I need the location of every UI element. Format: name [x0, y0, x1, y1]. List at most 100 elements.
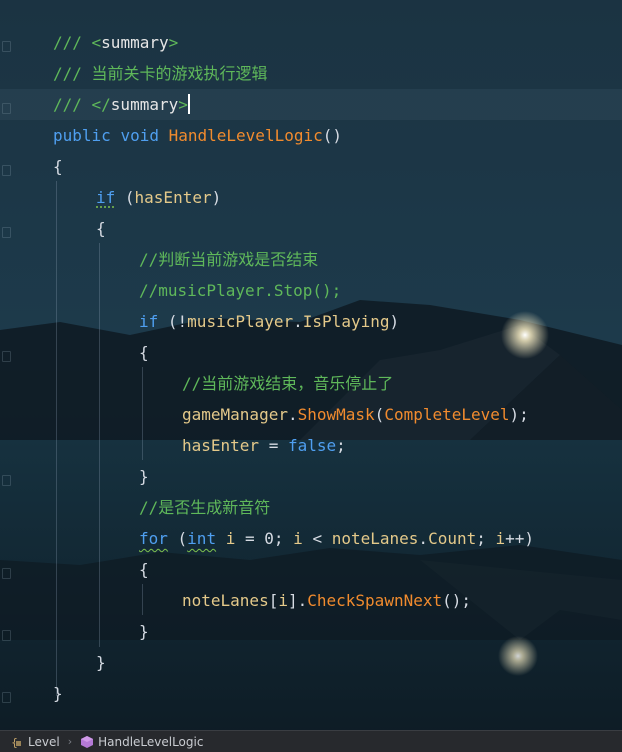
breadcrumb-separator: ›: [68, 735, 72, 748]
code-token: .: [288, 405, 298, 424]
code-token: ;: [274, 529, 293, 548]
code-token: public: [53, 126, 111, 145]
code-token: i: [226, 529, 236, 548]
breadcrumb-file-label: Level: [28, 735, 60, 749]
code-token: </summary>: [92, 95, 188, 114]
code-token: }: [96, 653, 106, 672]
code-line[interactable]: if (!musicPlayer.IsPlaying): [0, 306, 622, 337]
code-line[interactable]: /// 当前关卡的游戏执行逻辑: [0, 58, 622, 89]
code-token: i: [496, 529, 506, 548]
code-line-text: {: [139, 337, 149, 368]
code-line-text: }: [139, 461, 149, 492]
csharp-file-icon: {: [10, 735, 24, 749]
code-line-text: {: [53, 151, 63, 182]
code-token: ;: [476, 529, 495, 548]
code-line[interactable]: {: [0, 337, 622, 368]
code-token: );: [510, 405, 529, 424]
code-token: {: [139, 343, 149, 362]
code-line-text: }: [53, 678, 63, 709]
code-token: CheckSpawnNext: [307, 591, 442, 610]
code-line-text: {: [96, 213, 106, 244]
code-line[interactable]: noteLanes[i].CheckSpawnNext();: [0, 585, 622, 616]
code-line-text: /// </summary>: [53, 89, 190, 120]
code-token: 0: [264, 529, 274, 548]
code-token: HandleLevelLogic: [169, 126, 323, 145]
code-line[interactable]: }: [0, 616, 622, 647]
code-line[interactable]: if (hasEnter): [0, 182, 622, 213]
code-token: /// 当前关卡的游戏执行逻辑: [53, 64, 268, 83]
code-line-text: gameManager.ShowMask(CompleteLevel);: [182, 399, 529, 430]
code-token: ///: [53, 33, 92, 52]
code-token: (: [115, 188, 134, 207]
code-token: [: [269, 591, 279, 610]
code-token: [159, 126, 169, 145]
code-line-text: public void HandleLevelLogic(): [53, 120, 342, 151]
code-token: (: [375, 405, 385, 424]
code-token: hasEnter: [182, 436, 259, 455]
code-line[interactable]: {: [0, 213, 622, 244]
code-line[interactable]: }: [0, 678, 622, 709]
code-token: ///: [53, 95, 92, 114]
method-cube-icon: [80, 735, 94, 749]
code-token: }: [53, 684, 63, 703]
code-token: Count: [428, 529, 476, 548]
code-token: //判断当前游戏是否结束: [139, 250, 318, 269]
code-token: ].: [288, 591, 307, 610]
code-line-text: //判断当前游戏是否结束: [139, 244, 318, 275]
code-line[interactable]: /// </summary>: [0, 89, 622, 120]
code-token: }: [139, 467, 149, 486]
code-token: .: [418, 529, 428, 548]
code-token: {: [139, 560, 149, 579]
code-line[interactable]: //当前游戏结束，音乐停止了: [0, 368, 622, 399]
code-line[interactable]: }: [0, 647, 622, 678]
code-token: .: [293, 312, 303, 331]
code-token: musicPlayer: [187, 312, 293, 331]
code-line[interactable]: hasEnter = false;: [0, 430, 622, 461]
code-line[interactable]: //是否生成新音符: [0, 492, 622, 523]
code-line-text: noteLanes[i].CheckSpawnNext();: [182, 585, 471, 616]
code-editor[interactable]: /// <summary> /// 当前关卡的游戏执行逻辑 /// </summar…: [0, 0, 622, 730]
code-token: i: [278, 591, 288, 610]
code-line-text: }: [96, 647, 106, 678]
breadcrumb-file[interactable]: { Level: [10, 731, 60, 752]
code-token: noteLanes: [332, 529, 419, 548]
code-token: IsPlaying: [303, 312, 390, 331]
code-line[interactable]: for (int i = 0; i < noteLanes.Count; i++…: [0, 523, 622, 554]
code-token: CompleteLevel: [384, 405, 509, 424]
code-token: [111, 126, 121, 145]
code-line[interactable]: //判断当前游戏是否结束: [0, 244, 622, 275]
code-token: ): [212, 188, 222, 207]
code-line-text: if (!musicPlayer.IsPlaying): [139, 306, 399, 337]
code-token: }: [139, 622, 149, 641]
code-line-text: /// <summary>: [53, 27, 178, 58]
status-bar: { Level › HandleLevelLogic: [0, 730, 622, 752]
code-token: i: [293, 529, 303, 548]
code-token: void: [120, 126, 159, 145]
text-caret: [188, 94, 190, 114]
code-token: (): [323, 126, 342, 145]
code-token: {: [96, 219, 106, 238]
code-token: {: [53, 157, 63, 176]
code-line[interactable]: {: [0, 151, 622, 182]
code-line-text: hasEnter = false;: [182, 430, 346, 461]
code-token: //musicPlayer.Stop();: [139, 281, 341, 300]
code-line[interactable]: public void HandleLevelLogic(): [0, 120, 622, 151]
code-token: for: [139, 529, 168, 548]
code-line[interactable]: }: [0, 461, 622, 492]
breadcrumb-member-label: HandleLevelLogic: [98, 735, 203, 749]
code-token: (!: [158, 312, 187, 331]
code-token: <summary>: [92, 33, 179, 52]
code-line[interactable]: {: [0, 554, 622, 585]
breadcrumb-member[interactable]: HandleLevelLogic: [80, 731, 203, 752]
code-line-text: }: [139, 616, 149, 647]
code-token: ;: [336, 436, 346, 455]
code-line[interactable]: //musicPlayer.Stop();: [0, 275, 622, 306]
code-token: int: [187, 529, 216, 548]
code-token: (: [168, 529, 187, 548]
code-line-text: //是否生成新音符: [139, 492, 270, 523]
code-token: =: [235, 529, 264, 548]
code-token: ++): [505, 529, 534, 548]
code-line[interactable]: /// <summary>: [0, 27, 622, 58]
code-line[interactable]: gameManager.ShowMask(CompleteLevel);: [0, 399, 622, 430]
code-token: //是否生成新音符: [139, 498, 270, 517]
